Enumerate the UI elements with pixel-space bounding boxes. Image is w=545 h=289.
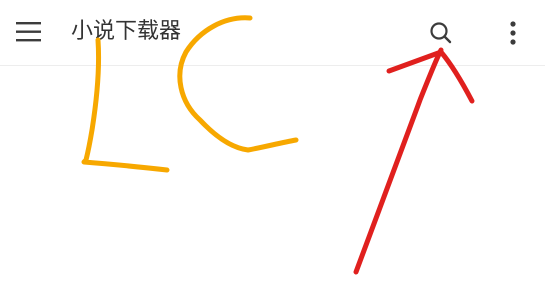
search-icon: [430, 22, 452, 44]
main-content-area: [0, 66, 545, 289]
top-app-bar: 小说下载器: [0, 0, 545, 66]
more-options-button[interactable]: [500, 18, 526, 48]
app-screen: 小说下载器: [0, 0, 545, 289]
search-button[interactable]: [428, 20, 454, 46]
app-title: 小说下载器: [71, 19, 182, 44]
more-vertical-icon: [510, 21, 516, 45]
hamburger-menu-icon: [16, 22, 41, 42]
navigation-menu-button[interactable]: [14, 17, 44, 47]
